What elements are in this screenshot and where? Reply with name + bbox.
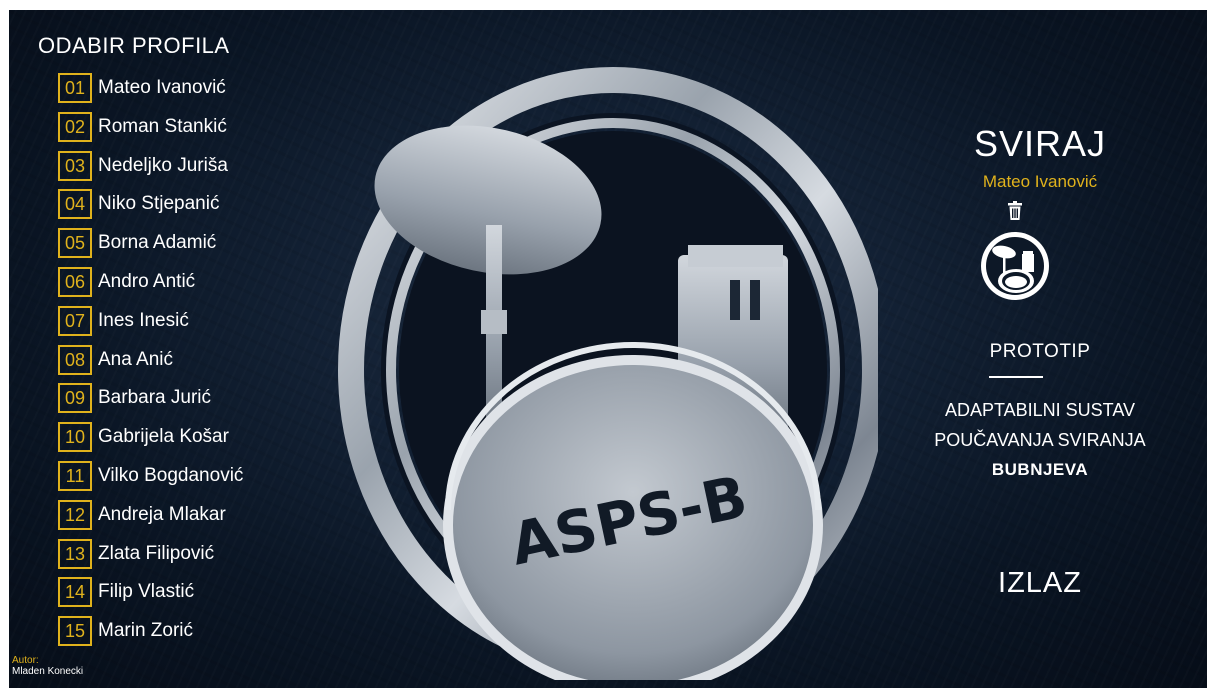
profile-name: Nedeljko Juriša	[98, 154, 228, 176]
author-label: Autor:	[12, 655, 39, 666]
profile-item[interactable]: 14 Filip Vlastić	[58, 577, 243, 616]
profile-name: Barbara Jurić	[98, 387, 211, 409]
profile-number: 15	[58, 616, 92, 647]
profile-name: Zlata Filipović	[98, 542, 215, 564]
profile-number: 10	[58, 422, 92, 453]
author-name: Mladen Konecki	[12, 666, 84, 677]
profile-item[interactable]: 03 Nedeljko Juriša	[58, 150, 243, 190]
profile-name: Niko Stjepanić	[98, 193, 220, 215]
profile-item[interactable]: 11 Vilko Bogdanović	[58, 460, 244, 500]
profile-name: Filip Vlastić	[98, 581, 195, 603]
profile-item[interactable]: 06 Andro Antić	[58, 266, 243, 306]
profile-item[interactable]: 01 Mateo Ivanović	[58, 73, 243, 112]
trash-icon[interactable]	[1007, 201, 1023, 221]
profile-item[interactable]: 15 Marin Zorić	[58, 616, 243, 655]
profile-name: Borna Adamić	[98, 232, 217, 254]
profile-number: 14	[58, 577, 92, 608]
profile-name: Roman Stankić	[98, 115, 227, 137]
profile-name: Mateo Ivanović	[98, 77, 226, 98]
profile-number: 12	[58, 499, 92, 530]
exit-button[interactable]: IZLAZ	[860, 567, 1207, 600]
app-screen: ASPS-B ODABIR PROFILA 01 Mateo Ivanović 02…	[0, 0, 1207, 688]
drum-kit-icon	[981, 232, 1049, 300]
frame-top	[0, 0, 1207, 10]
asps-b-logo: ASPS-B	[338, 67, 878, 680]
profile-number: 02	[58, 111, 92, 142]
profile-name: Vilko Bogdanović	[98, 464, 244, 486]
profile-item[interactable]: 07 Ines Inesić	[58, 305, 243, 345]
profile-number: 06	[58, 266, 92, 297]
profile-item[interactable]: 13 Zlata Filipović	[58, 538, 243, 578]
profile-number: 05	[58, 228, 92, 259]
profile-item[interactable]: 02 Roman Stankić	[58, 111, 243, 151]
profile-number: 08	[58, 344, 92, 375]
profile-number: 01	[58, 73, 92, 103]
frame-left	[0, 0, 9, 688]
profile-list: 01 Mateo Ivanović 02 Roman Stankić 03 Nedeljk…	[58, 73, 243, 655]
profile-item[interactable]: 10 Gabrijela Košar	[58, 422, 243, 461]
profile-number: 11	[58, 460, 92, 491]
divider	[989, 376, 1043, 378]
profile-item[interactable]: 05 Borna Adamić	[58, 228, 243, 267]
author-credit: Autor: Mladen Konecki	[12, 655, 83, 677]
profile-name: Andro Antić	[98, 270, 196, 292]
profile-item[interactable]: 09 Barbara Jurić	[58, 383, 243, 422]
prototype-label: PROTOTIP	[989, 341, 1091, 362]
profile-name: Gabrijela Košar	[98, 426, 229, 448]
description-line-3: BUBNJEVA	[991, 460, 1089, 479]
profile-name: Andreja Mlakar	[98, 503, 226, 525]
profile-number: 13	[58, 538, 92, 569]
play-button[interactable]: SVIRAJ	[860, 123, 1207, 165]
description-line-2: POUČAVANJA SVIRANJA	[934, 430, 1146, 450]
profile-number: 04	[58, 189, 92, 220]
profile-number: 09	[58, 383, 92, 414]
selected-profile-name: Mateo Ivanović	[982, 172, 1098, 191]
profile-item[interactable]: 04 Niko Stjepanić	[58, 189, 243, 228]
profile-number: 03	[58, 150, 92, 181]
description-line-1: ADAPTABILNI SUSTAV	[944, 400, 1136, 420]
profile-selection-title: ODABIR PROFILA	[38, 33, 230, 58]
profile-item[interactable]: 08 Ana Anić	[58, 344, 243, 384]
profile-number: 07	[58, 305, 92, 336]
profile-name: Ines Inesić	[98, 309, 189, 331]
profile-item[interactable]: 12 Andreja Mlakar	[58, 499, 243, 539]
profile-name: Marin Zorić	[98, 620, 194, 642]
profile-name: Ana Anić	[98, 348, 173, 370]
